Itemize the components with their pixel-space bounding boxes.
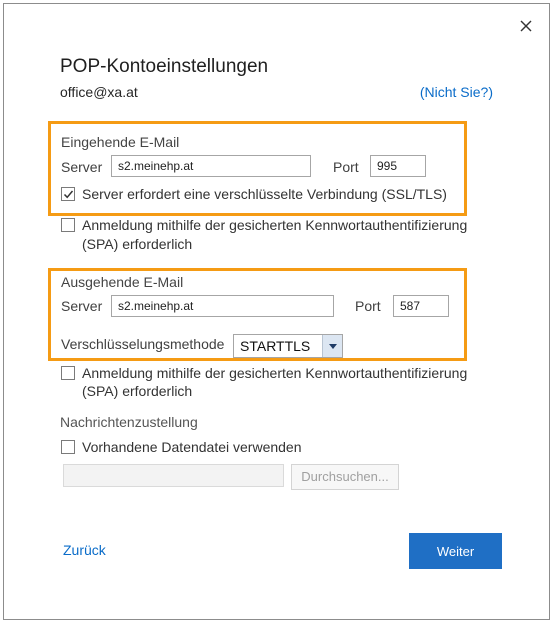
incoming-port-input[interactable] bbox=[370, 155, 426, 177]
encryption-method-label: Verschlüsselungsmethode bbox=[61, 336, 225, 352]
not-you-link[interactable]: (Nicht Sie?) bbox=[420, 84, 493, 100]
incoming-spa-checkbox[interactable] bbox=[61, 218, 75, 232]
incoming-spa-label-line1: Anmeldung mithilfe der gesicherten Kennw… bbox=[82, 217, 468, 233]
ssl-checkbox-label: Server erfordert eine verschlüsselte Ver… bbox=[82, 186, 447, 202]
existing-datafile-label: Vorhandene Datendatei verwenden bbox=[82, 439, 302, 455]
encryption-method-value: STARTTLS bbox=[240, 338, 311, 354]
next-button[interactable]: Weiter bbox=[409, 533, 502, 569]
outgoing-spa-label-line1: Anmeldung mithilfe der gesicherten Kennw… bbox=[82, 365, 468, 381]
outgoing-port-label: Port bbox=[355, 298, 381, 314]
outgoing-server-input[interactable] bbox=[111, 295, 334, 317]
outgoing-spa-label-line2: (SPA) erforderlich bbox=[82, 383, 193, 399]
dialog-title: POP-Kontoeinstellungen bbox=[60, 56, 269, 77]
datafile-path-input bbox=[63, 464, 284, 487]
back-link[interactable]: Zurück bbox=[63, 542, 106, 558]
checkmark-icon bbox=[63, 190, 74, 199]
ssl-checkbox[interactable] bbox=[61, 187, 75, 201]
incoming-port-label: Port bbox=[333, 159, 359, 175]
dropdown-arrow-icon[interactable] bbox=[322, 335, 342, 357]
delivery-section-title: Nachrichtenzustellung bbox=[60, 414, 198, 430]
existing-datafile-checkbox[interactable] bbox=[61, 440, 75, 454]
outgoing-section-title: Ausgehende E-Mail bbox=[61, 274, 184, 290]
outgoing-server-label: Server bbox=[61, 298, 103, 314]
pop-account-settings-dialog: POP-Kontoeinstellungen office@xa.at (Nic… bbox=[3, 3, 550, 620]
incoming-spa-label-line2: (SPA) erforderlich bbox=[82, 236, 193, 252]
outgoing-spa-checkbox[interactable] bbox=[61, 366, 75, 380]
account-email: office@xa.at bbox=[60, 84, 138, 100]
incoming-server-label: Server bbox=[61, 159, 103, 175]
close-icon[interactable] bbox=[515, 15, 537, 37]
incoming-section-title: Eingehende E-Mail bbox=[61, 134, 180, 150]
encryption-method-select[interactable]: STARTTLS bbox=[233, 334, 343, 358]
outgoing-port-input[interactable] bbox=[393, 295, 449, 317]
incoming-server-input[interactable] bbox=[111, 155, 311, 177]
browse-button[interactable]: Durchsuchen... bbox=[291, 464, 399, 490]
